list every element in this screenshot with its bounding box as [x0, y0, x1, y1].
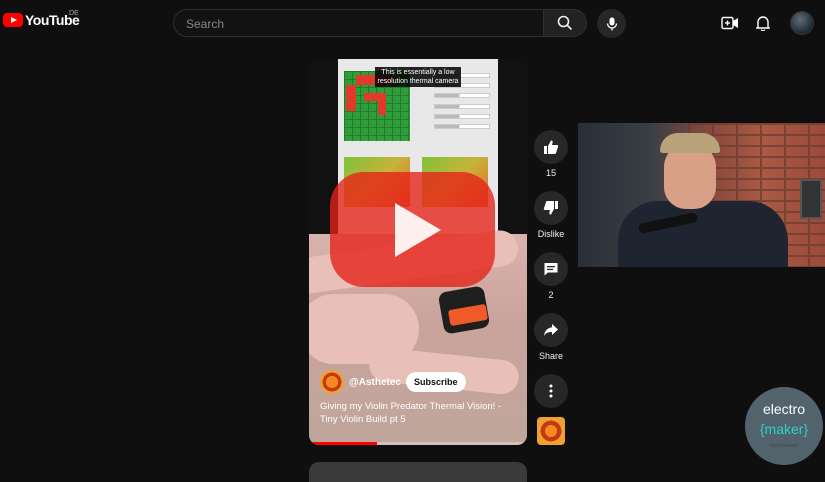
- share-icon: [544, 324, 558, 336]
- create-button[interactable]: [719, 12, 741, 34]
- dislike-button[interactable]: [534, 191, 568, 225]
- region-code: DE: [69, 10, 79, 17]
- like-action: 15: [534, 130, 568, 178]
- comment-icon: [544, 263, 558, 276]
- more-vertical-icon: [549, 384, 553, 398]
- share-action: Share: [534, 313, 568, 361]
- dislike-action: Dislike: [534, 191, 568, 239]
- notifications-button[interactable]: [752, 12, 774, 34]
- search-placeholder: Search: [186, 17, 225, 31]
- electromaker-watermark: electro {maker} electromaker: [745, 387, 823, 465]
- bell-icon: [756, 16, 770, 31]
- video-title[interactable]: Giving my Violin Predator Thermal Vision…: [320, 400, 520, 426]
- more-options-button[interactable]: [534, 374, 568, 408]
- channel-name[interactable]: @Asthetec: [349, 377, 401, 388]
- like-button[interactable]: [534, 130, 568, 164]
- microphone-icon: [606, 17, 617, 30]
- subscribe-button[interactable]: Subscribe: [406, 372, 466, 392]
- channel-avatar[interactable]: [320, 370, 344, 394]
- video-plus-icon: [721, 16, 738, 30]
- next-short-preview[interactable]: [309, 462, 527, 482]
- thumbs-down-icon: [543, 201, 558, 215]
- presenter-cap: [660, 133, 720, 153]
- search-button[interactable]: [543, 9, 587, 37]
- video-caption: This is essentially a low resolution the…: [375, 67, 461, 87]
- webcam-overlay: [578, 123, 825, 267]
- play-button[interactable]: [330, 172, 495, 287]
- comments-action: 2: [534, 252, 568, 300]
- play-icon: [394, 202, 441, 257]
- progress-bar[interactable]: [309, 442, 527, 445]
- watermark-line1: electro: [762, 401, 806, 417]
- channel-row: @Asthetec Subscribe: [320, 370, 466, 394]
- account-avatar[interactable]: [790, 11, 814, 35]
- short-video-player[interactable]: This is essentially a low resolution the…: [309, 59, 527, 445]
- watermark-line2: {maker}: [759, 421, 809, 437]
- comments-button[interactable]: [534, 252, 568, 286]
- search-input[interactable]: Search: [173, 9, 544, 37]
- progress-fill: [309, 442, 377, 445]
- sound-thumbnail[interactable]: [537, 417, 565, 445]
- search-icon: [557, 15, 573, 31]
- share-button[interactable]: [534, 313, 568, 347]
- top-bar: YouTube DE Search: [0, 0, 825, 46]
- watermark-small: electromaker: [769, 443, 799, 449]
- youtube-play-icon: [3, 13, 23, 27]
- presenter-body: [618, 201, 788, 267]
- more-action: [534, 374, 568, 408]
- wall-frame: [800, 179, 822, 219]
- like-count: 15: [545, 168, 556, 178]
- dislike-label: Dislike: [537, 229, 565, 239]
- thumbs-up-icon: [544, 140, 559, 154]
- voice-search-button[interactable]: [597, 9, 626, 38]
- comment-count: 2: [548, 290, 554, 300]
- youtube-logo[interactable]: YouTube DE: [3, 10, 80, 28]
- share-label: Share: [538, 351, 564, 361]
